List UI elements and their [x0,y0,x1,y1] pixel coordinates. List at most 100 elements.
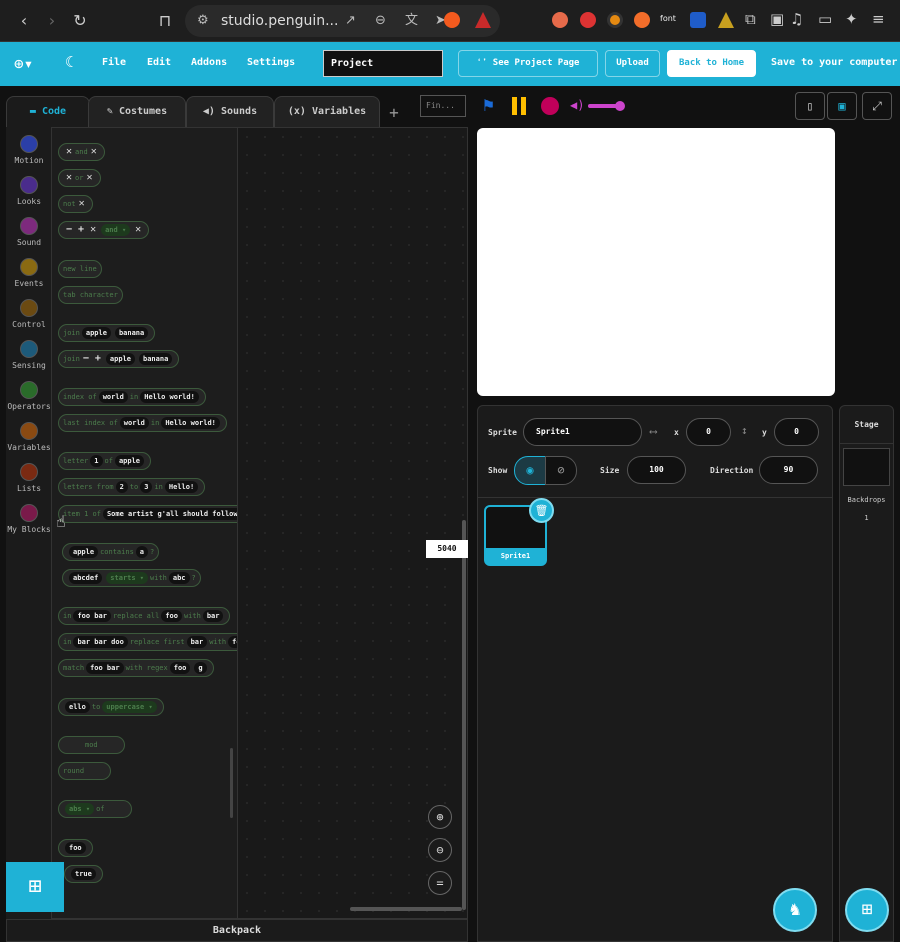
category-looks[interactable]: Looks [6,176,52,206]
block-letters-from[interactable]: letters from 2 to 3 in Hello! [58,478,206,496]
category-sensing[interactable]: Sensing [6,340,52,370]
project-title-input[interactable]: Project [323,50,443,77]
stage-canvas[interactable] [477,128,835,396]
back-icon[interactable]: ‹ [14,11,34,31]
translate-icon[interactable]: 文 [405,5,418,37]
menu-file[interactable]: File [102,57,126,68]
stop-icon[interactable] [541,97,559,115]
category-motion[interactable]: Motion [6,135,52,165]
zoom-in-icon[interactable]: ⊕ [428,805,452,829]
category-my-blocks[interactable]: My Blocks [6,504,52,534]
block-and-variadic[interactable]: − + ✕ and ▾ ✕ [58,221,150,239]
show-hidden-icon[interactable]: ⊘ [545,456,577,485]
fullscreen-icon[interactable]: ⤢ [862,92,892,120]
extension-2-icon[interactable] [580,12,596,28]
leo-ai-icon[interactable]: ✦ [845,10,858,28]
tab-variables[interactable]: (x) Variables [274,96,380,128]
volume-slider-handle[interactable] [615,101,625,111]
script-workspace[interactable] [238,128,467,918]
block-last-index-of[interactable]: last index of world in Hello world! [58,414,227,432]
sprite-name-input[interactable]: Sprite1 [523,418,642,446]
palette-scrollbar[interactable] [230,748,233,818]
direction-input[interactable]: 90 [759,456,818,484]
stage-target-panel[interactable]: Stage Backdrops 1 [839,405,894,942]
extension-5-icon[interactable] [690,12,706,28]
font-extension-icon[interactable]: font [660,14,676,23]
block-foo[interactable]: foo [58,839,93,857]
backpack-header[interactable]: Backpack [6,919,468,942]
menu-edit[interactable]: Edit [147,57,171,68]
block-starts-with[interactable]: abcdef starts ▾ with abc? [62,569,201,587]
large-stage-icon[interactable]: ▣ [827,92,857,120]
category-control[interactable]: Control [6,299,52,329]
reload-icon[interactable]: ↻ [70,11,90,31]
volume-icon[interactable]: ◀) [570,98,584,112]
add-tab-icon[interactable]: + [385,104,403,122]
category-operators[interactable]: Operators [6,381,52,411]
block-tab-character[interactable]: tab character [58,286,123,304]
forward-icon[interactable]: › [42,11,62,31]
block-replace-first[interactable]: inbar bar dooreplace firstbarwithfoo [58,633,237,651]
size-input[interactable]: 100 [627,456,686,484]
media-icon[interactable]: ♫ [790,10,803,28]
category-variables[interactable]: Variables [6,422,52,452]
block-true[interactable]: true [64,865,103,883]
menu-icon[interactable]: ≡ [872,10,885,28]
workspace-vertical-scrollbar[interactable] [462,520,466,910]
green-flag-icon[interactable]: ⚑ [483,95,494,116]
open-external-icon[interactable]: ↗ [345,5,356,37]
block-index-of[interactable]: index of world in Hello world! [58,388,206,406]
x-input[interactable]: 0 [686,418,731,446]
workspace-horizontal-scrollbar[interactable] [350,907,462,911]
block-replace-all[interactable]: in foo bar replace all foo with bar [58,607,231,625]
bookmark-icon[interactable]: ⊓ [155,11,175,31]
reader-icon[interactable]: ▣ [770,10,784,28]
choose-sprite-button[interactable]: ♞ [773,888,817,932]
block-contains[interactable]: apple contains a? [62,543,160,561]
site-settings-icon[interactable]: ⚙ [197,5,209,37]
block-not[interactable]: not ✕ [58,195,93,213]
pause-icon-bar-left[interactable] [512,97,517,115]
block-or[interactable]: ✕ or ✕ [58,169,101,187]
zoom-icon[interactable]: ⊖ [375,5,386,37]
language-globe-icon[interactable]: ⊕▾ [14,54,33,73]
back-to-home-button[interactable]: Back to Home [667,50,756,77]
block-round[interactable]: round [58,762,112,780]
block-join-variadic[interactable]: join − + apple banana [58,350,180,368]
extension-3-icon[interactable] [607,12,623,28]
block-new-line[interactable]: new line [58,260,102,278]
theme-moon-icon[interactable]: ☾ [65,53,74,71]
block-mod[interactable]: mod [58,736,125,754]
tab-costumes[interactable]: ✎ Costumes [88,96,186,128]
block-to-uppercase[interactable]: ello to uppercase ▾ [58,698,164,716]
find-input[interactable]: Fin... [420,95,466,117]
menu-addons[interactable]: Addons [191,57,227,68]
add-extension-button[interactable]: ⊞ [6,862,64,912]
extensions-icon[interactable]: ⧉ [745,10,756,28]
block-abs-of[interactable]: abs ▾ of [58,800,132,818]
zoom-reset-icon[interactable]: = [428,871,452,895]
delete-sprite-icon[interactable]: 🗑 [529,498,554,523]
save-to-computer-button[interactable]: Save to your computer [771,57,897,68]
small-stage-icon[interactable]: ▯ [795,92,825,120]
see-project-page-button[interactable]: ❛❜ See Project Page [458,50,598,77]
block-letter-of[interactable]: letter 1 of apple [58,452,152,470]
pause-icon-bar-right[interactable] [521,97,526,115]
wallet-icon[interactable]: ▭ [818,10,832,28]
category-lists[interactable]: Lists [6,463,52,493]
tab-sounds[interactable]: ◀) Sounds [186,96,274,128]
category-events[interactable]: Events [6,258,52,288]
category-sound[interactable]: Sound [6,217,52,247]
block-and[interactable]: ✕ and ✕ [58,143,105,161]
upload-button[interactable]: Upload [605,50,660,77]
extension-6-icon[interactable] [718,12,734,28]
show-visible-icon[interactable]: ◉ [514,456,546,485]
block-join[interactable]: join apple banana [58,324,156,342]
y-input[interactable]: 0 [774,418,819,446]
block-item-of[interactable]: item 1 of Some artist g'all should follow… [58,505,237,523]
block-match-regex[interactable]: match foo bar with regex foo g [58,659,214,677]
extension-4-icon[interactable] [634,12,650,28]
brave-shield-icon[interactable] [444,12,460,28]
stage-thumbnail[interactable] [843,448,890,486]
zoom-out-icon[interactable]: ⊖ [428,838,452,862]
